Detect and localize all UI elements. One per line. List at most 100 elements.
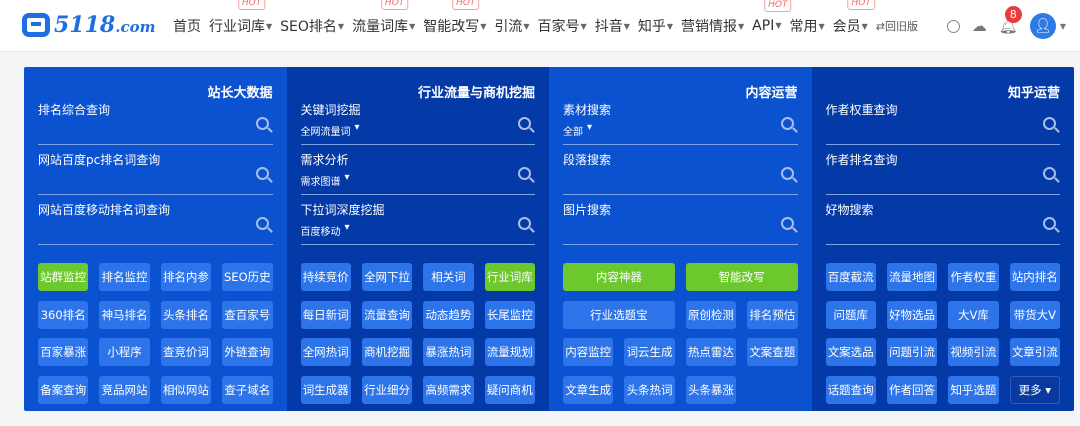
nav-item-3[interactable]: 流量词库▼ HOT	[352, 0, 415, 36]
tool-button[interactable]: 动态趋势	[423, 300, 474, 329]
tool-button[interactable]: 竞品网站	[99, 375, 150, 404]
tool-button[interactable]: 视频引流	[948, 338, 999, 366]
tool-button[interactable]: 问题库	[825, 300, 876, 329]
tool-button[interactable]: 全网下拉	[361, 263, 413, 291]
site-logo[interactable]: 5118.com	[22, 12, 155, 38]
bell-icon[interactable]: 🔔︎ 8	[999, 6, 1022, 35]
tool-button[interactable]: 流量地图	[886, 263, 938, 291]
tool-button[interactable]: 暴涨热词	[423, 338, 474, 366]
tool-button[interactable]: 相似网站	[160, 375, 212, 404]
avatar[interactable]: 👤︎	[1029, 13, 1056, 39]
tool-button[interactable]: 大V库	[948, 300, 999, 329]
tool-button[interactable]: 头条热词	[624, 375, 675, 404]
tool-button[interactable]: 内容神器	[563, 263, 675, 291]
search-field[interactable]: 好物搜索	[825, 201, 1060, 245]
tool-button[interactable]: 站内排名	[1009, 263, 1060, 291]
search-icon[interactable]	[518, 117, 531, 130]
nav-item-0[interactable]: 首页	[173, 16, 201, 36]
tool-button[interactable]: 原创检测	[685, 300, 737, 329]
search-field[interactable]: 网站百度pc排名词查询	[38, 151, 273, 195]
search-field[interactable]: 关键词挖掘 全网流量词 ▾	[300, 101, 535, 145]
nav-item-11[interactable]: 常用▼	[789, 16, 824, 36]
tool-button[interactable]: 360排名	[38, 300, 89, 329]
tool-button[interactable]: 话题查询	[825, 375, 876, 404]
field-type-dropdown[interactable]: 需求图谱	[301, 173, 341, 188]
tool-button[interactable]: 百家暴涨	[38, 338, 89, 366]
tool-button[interactable]: 外链查询	[222, 338, 273, 366]
search-icon[interactable]	[780, 117, 794, 130]
tool-button[interactable]: 行业词库	[484, 263, 535, 291]
tool-button[interactable]: 流量查询	[361, 300, 413, 329]
search-field[interactable]: 网站百度移动排名词查询	[38, 201, 273, 245]
cloud-download-icon[interactable]: ☁	[972, 17, 987, 35]
search-icon[interactable]	[780, 167, 794, 180]
field-type-dropdown[interactable]: 全网流量词	[301, 123, 351, 138]
chevron-down-icon[interactable]: ▼	[1060, 22, 1066, 31]
tool-button[interactable]: 疑问商机	[484, 375, 535, 404]
tool-button[interactable]: 智能改写	[685, 263, 798, 291]
tool-button[interactable]: 文章引流	[1009, 338, 1060, 366]
field-type-dropdown[interactable]: 百度移动	[301, 223, 341, 238]
search-icon[interactable]	[255, 167, 269, 180]
tool-button[interactable]: 商机挖掘	[361, 338, 413, 366]
tool-button[interactable]: 高频需求	[423, 375, 474, 404]
nav-item-6[interactable]: 百家号▼	[538, 16, 587, 36]
tool-button[interactable]: 站群监控	[38, 263, 89, 291]
tool-button[interactable]: 词生成器	[300, 375, 351, 404]
nav-item-12[interactable]: 会员▼ HOT	[833, 0, 875, 36]
field-type-dropdown[interactable]: 全部	[563, 123, 583, 138]
tool-button[interactable]: 小程序	[99, 338, 150, 366]
tool-button[interactable]: 更多 ▾	[1009, 375, 1060, 404]
search-icon[interactable]	[946, 19, 960, 33]
search-icon[interactable]	[255, 217, 269, 230]
search-icon[interactable]	[255, 117, 269, 130]
tool-button[interactable]: 查百家号	[222, 300, 273, 329]
search-icon[interactable]	[780, 217, 794, 230]
tool-button[interactable]: 内容监控	[563, 338, 614, 366]
old-version-link[interactable]: ⇄回旧版	[876, 18, 918, 34]
search-field[interactable]: 段落搜索	[563, 151, 798, 195]
tool-button[interactable]: 百度截流	[825, 263, 876, 291]
search-icon[interactable]	[518, 217, 531, 230]
tool-button[interactable]: 排名内参	[160, 263, 212, 291]
tool-button[interactable]: 流量规划	[484, 338, 535, 366]
search-field[interactable]: 作者权重查询	[825, 101, 1060, 145]
nav-item-7[interactable]: 抖音▼	[595, 16, 630, 36]
tool-button[interactable]: 带货大V	[1009, 300, 1060, 329]
search-field[interactable]: 需求分析 需求图谱 ▾	[300, 151, 535, 195]
search-field[interactable]: 图片搜索	[563, 201, 798, 245]
tool-button[interactable]: 作者权重	[948, 263, 999, 291]
nav-item-5[interactable]: 引流▼	[494, 16, 529, 36]
tool-button[interactable]: 持续竞价	[300, 263, 351, 291]
search-field[interactable]: 排名综合查询	[38, 101, 273, 145]
search-icon[interactable]	[518, 167, 531, 180]
tool-button[interactable]: 头条暴涨	[685, 375, 737, 404]
tool-button[interactable]: 排名监控	[99, 263, 150, 291]
tool-button[interactable]: SEO历史	[222, 263, 273, 291]
tool-button[interactable]: 每日新词	[300, 300, 351, 329]
tool-button[interactable]: 行业选题宝	[563, 300, 675, 329]
tool-button[interactable]: 问题引流	[886, 338, 938, 366]
tool-button[interactable]: 神马排名	[99, 300, 150, 329]
search-icon[interactable]	[1043, 117, 1056, 130]
search-field[interactable]: 素材搜索 全部 ▾	[563, 101, 798, 145]
nav-item-2[interactable]: SEO排名▼	[280, 16, 344, 36]
tool-button[interactable]: 备案查询	[38, 375, 89, 404]
nav-item-9[interactable]: 营销情报▼	[681, 16, 744, 36]
tool-button[interactable]: 相关词	[423, 263, 474, 291]
search-icon[interactable]	[1043, 217, 1056, 230]
search-icon[interactable]	[1043, 167, 1056, 180]
tool-button[interactable]: 热点雷达	[685, 338, 737, 366]
tool-button[interactable]: 文章生成	[563, 375, 614, 404]
nav-item-10[interactable]: API▼ HOT	[752, 0, 792, 34]
tool-button[interactable]: 词云生成	[624, 338, 675, 366]
tool-button[interactable]: 查子域名	[222, 375, 273, 404]
search-field[interactable]: 作者排名查询	[825, 151, 1060, 195]
tool-button[interactable]: 排名预估	[747, 300, 798, 329]
tool-button[interactable]: 头条排名	[160, 300, 212, 329]
tool-button[interactable]: 查竞价词	[160, 338, 212, 366]
nav-item-1[interactable]: 行业词库▼ HOT	[209, 0, 272, 36]
nav-item-8[interactable]: 知乎▼	[638, 16, 673, 36]
tool-button[interactable]: 好物选品	[886, 300, 938, 329]
tool-button[interactable]: 长尾监控	[484, 300, 535, 329]
